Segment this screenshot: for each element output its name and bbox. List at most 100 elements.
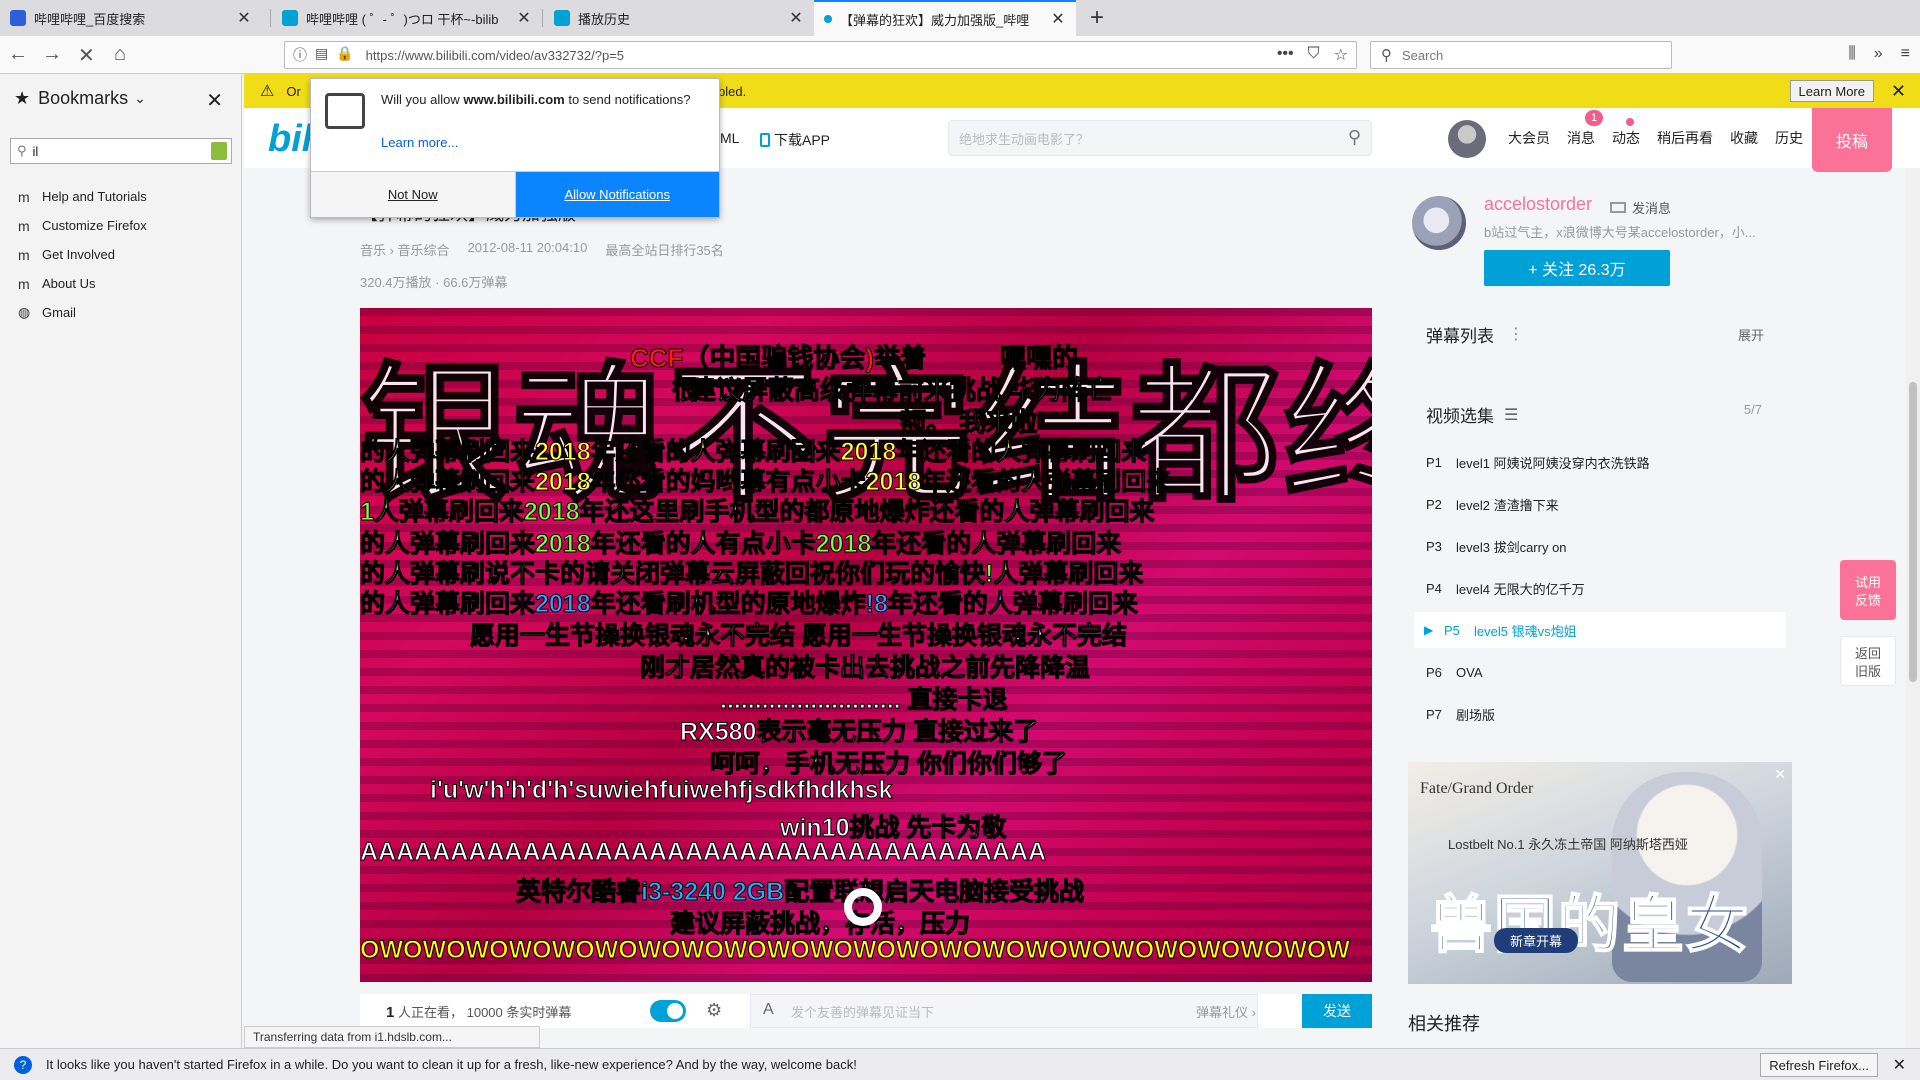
info-icon[interactable]: ⓘ — [293, 45, 307, 65]
tab-close-icon[interactable]: ✕ — [1050, 9, 1066, 29]
list-icon[interactable]: ☰ — [1504, 405, 1518, 425]
library-icon[interactable]: ⫼ — [1848, 45, 1855, 63]
feedback-button[interactable]: 试用 反馈 — [1840, 560, 1896, 620]
bookmark-customize[interactable]: m Customize Firefox — [18, 211, 147, 240]
old-version-button[interactable]: 返回 旧版 — [1840, 636, 1896, 686]
ad-subtitle: Lostbelt No.1 永久冻土帝国 阿纳斯塔西娅 — [1448, 837, 1688, 852]
font-style-icon[interactable]: A — [763, 1001, 774, 1019]
episode-item[interactable]: P1 level1 阿姨说阿姨没穿内衣洗铁路 — [1414, 444, 1786, 480]
video-stats: 320.4万播放 · 66.6万弹幕 — [360, 275, 508, 290]
notification-permission-icon[interactable]: ▤ — [315, 45, 328, 65]
nav-favorites[interactable]: 收藏 — [1730, 128, 1758, 148]
page-scrollbar[interactable] — [1906, 168, 1920, 1048]
pocket-icon[interactable]: ⛉ — [1308, 45, 1320, 65]
url-bar[interactable]: ⓘ ▤ 🔒 https://www.bilibili.com/video/av3… — [284, 41, 1357, 69]
danmaku-settings-icon[interactable]: ⚙ — [706, 1000, 722, 1021]
overflow-chevron-icon[interactable]: » — [1874, 45, 1883, 63]
episode-item[interactable]: P3 level3 拔剑carry on — [1414, 528, 1786, 564]
tab-history[interactable]: 播放历史 ✕ — [544, 0, 814, 36]
uploader-avatar[interactable] — [1412, 196, 1466, 250]
danmaku-placeholder: 发个友善的弹幕见证当下 — [791, 1004, 935, 1020]
forward-icon[interactable]: → — [42, 43, 62, 66]
password-manager-icon[interactable] — [211, 142, 227, 160]
not-now-button[interactable]: Not Now — [311, 172, 516, 217]
bookmark-search-input[interactable]: ⚲ il — [10, 138, 232, 164]
episode-item[interactable]: P7 剧场版 — [1414, 696, 1786, 732]
bookmark-help[interactable]: m Help and Tutorials — [18, 182, 147, 211]
url-text[interactable]: https://www.bilibili.com/video/av332732/… — [366, 48, 624, 63]
tab-close-icon[interactable]: ✕ — [788, 8, 804, 28]
home-icon[interactable]: ⌂ — [114, 43, 126, 66]
episode-item[interactable]: ▶ P5 level5 银魂vs炮姐 — [1414, 612, 1786, 648]
page-actions-icon[interactable]: ••• — [1277, 45, 1294, 65]
download-app-link[interactable]: 下载APP — [760, 130, 830, 150]
danmaku-line: 的人弹幕刷回来2018年还看刷机型的原地爆炸!8年还看的人弹幕刷回来 — [360, 590, 1138, 619]
episode-item[interactable]: P2 level2 渣渣撸下来 — [1414, 486, 1786, 522]
tab-video[interactable]: 【弹幕的狂欢】威力加强版_哔哩 ✕ — [814, 0, 1076, 36]
realtime-danmaku-count: 10000 条实时弹幕 — [466, 1004, 572, 1020]
follow-button[interactable]: + 关注 26.3万 — [1484, 250, 1670, 286]
hamburger-menu-icon[interactable]: ≡ — [1901, 45, 1910, 63]
episode-number: P7 — [1426, 706, 1442, 722]
tab-baidu[interactable]: 哔哩哔哩_百度搜索 ✕ — [0, 0, 262, 36]
episode-item[interactable]: P6 OVA — [1414, 654, 1786, 690]
danmaku-toggle[interactable] — [650, 1000, 686, 1022]
learn-more-button[interactable]: Learn More — [1789, 80, 1874, 102]
send-danmaku-button[interactable]: 发送 — [1302, 994, 1372, 1028]
send-message-link[interactable]: 发消息 — [1610, 198, 1671, 217]
nav-ml[interactable]: ML — [720, 130, 739, 146]
bookmark-star-icon[interactable]: ☆ — [1334, 45, 1348, 65]
search-input[interactable]: ⚲ Search — [1370, 41, 1672, 69]
identity-icons[interactable]: ⓘ ▤ 🔒 — [285, 45, 354, 65]
episode-title: level2 渣渣撸下来 — [1456, 497, 1559, 513]
danmaku-etiquette-link[interactable]: 弹幕礼仪 › — [1196, 1002, 1256, 1021]
episode-title: level1 阿姨说阿姨没穿内衣洗铁路 — [1456, 455, 1650, 471]
bili-search-input[interactable]: 绝地求生动画电影了？ ⚲ — [948, 120, 1372, 156]
bookmark-get-involved[interactable]: m Get Involved — [18, 240, 147, 269]
refresh-firefox-button[interactable]: Refresh Firefox... — [1760, 1053, 1878, 1077]
tab-close-icon[interactable]: ✕ — [236, 8, 252, 28]
upload-button[interactable]: 投稿 — [1812, 108, 1892, 172]
uploader-name[interactable]: accelostorder — [1484, 194, 1592, 215]
episode-number: P3 — [1426, 538, 1442, 554]
danmaku-list-expand[interactable]: 展开 — [1738, 325, 1764, 344]
header-nav: 大会员 消息 1 动态 稍后再看 收藏 历史 — [1508, 110, 1803, 148]
episode-list-header: 视频选集 ☰ — [1426, 402, 1518, 427]
nav-history[interactable]: 历史 — [1775, 128, 1803, 148]
sidebar-title: Bookmarks — [38, 88, 129, 108]
ad-badge: 新章开幕 — [1494, 928, 1579, 953]
more-vertical-icon[interactable]: ⋮ — [1508, 324, 1524, 344]
episode-item[interactable]: P4 level4 无限大的亿千万 — [1414, 570, 1786, 606]
video-player[interactable]: 银魂不完结都终 CCF（中国骗钱协会)举着 嘿嘿的 建议屏蔽高级弹幕前来挑战 华为阵… — [360, 308, 1372, 982]
sidebar-close-icon[interactable]: ✕ — [206, 88, 223, 113]
learn-more-link[interactable]: Learn more... — [381, 135, 458, 150]
user-avatar[interactable] — [1448, 120, 1486, 158]
chat-bubble-icon — [325, 93, 365, 129]
playing-icon: ▶ — [1424, 623, 1434, 637]
episode-title: level5 银魂vs炮姐 — [1474, 623, 1577, 639]
danmaku-send-bar: 1 人正在看， 10000 条实时弹幕 ⚙ A 发个友善的弹幕见证当下 弹幕礼仪… — [360, 994, 1372, 1028]
tab-close-icon[interactable]: ✕ — [516, 8, 532, 28]
sidebar-header[interactable]: ★ Bookmarks ⌄ — [14, 88, 146, 109]
bookmark-about-us[interactable]: m About Us — [18, 269, 147, 298]
tab-bilibili-home[interactable]: 哔哩哔哩 ( ゜- ゜)つロ 干杯~-bilib ✕ — [272, 0, 542, 36]
refresh-bar-close-icon[interactable]: ✕ — [1893, 1055, 1906, 1075]
nav-dynamics[interactable]: 动态 — [1612, 118, 1640, 148]
allow-notifications-button[interactable]: Allow Notifications — [515, 172, 719, 217]
search-icon[interactable]: ⚲ — [1348, 127, 1361, 148]
episode-list-title: 视频选集 — [1426, 407, 1494, 426]
notification-text-right: bled. — [718, 83, 747, 99]
nav-messages[interactable]: 消息 1 — [1567, 110, 1603, 148]
danmaku-input[interactable]: A 发个友善的弹幕见证当下 — [750, 994, 1258, 1028]
new-tab-button[interactable]: + — [1090, 4, 1104, 32]
nav-vip[interactable]: 大会员 — [1508, 128, 1550, 148]
notification-close-icon[interactable]: ✕ — [1891, 81, 1906, 102]
stop-icon[interactable]: ✕ — [78, 43, 95, 68]
video-category[interactable]: 音乐 › 音乐综合 — [360, 240, 450, 259]
bookmark-gmail[interactable]: ◍ Gmail — [18, 298, 147, 327]
ad-close-icon[interactable]: ✕ — [1774, 766, 1786, 783]
back-icon[interactable]: ← — [8, 43, 28, 66]
nav-watch-later[interactable]: 稍后再看 — [1657, 128, 1713, 148]
scrollbar-thumb[interactable] — [1909, 382, 1917, 682]
ad-banner[interactable]: Fate/Grand Order Lostbelt No.1 永久冻土帝国 阿纳… — [1408, 762, 1792, 984]
